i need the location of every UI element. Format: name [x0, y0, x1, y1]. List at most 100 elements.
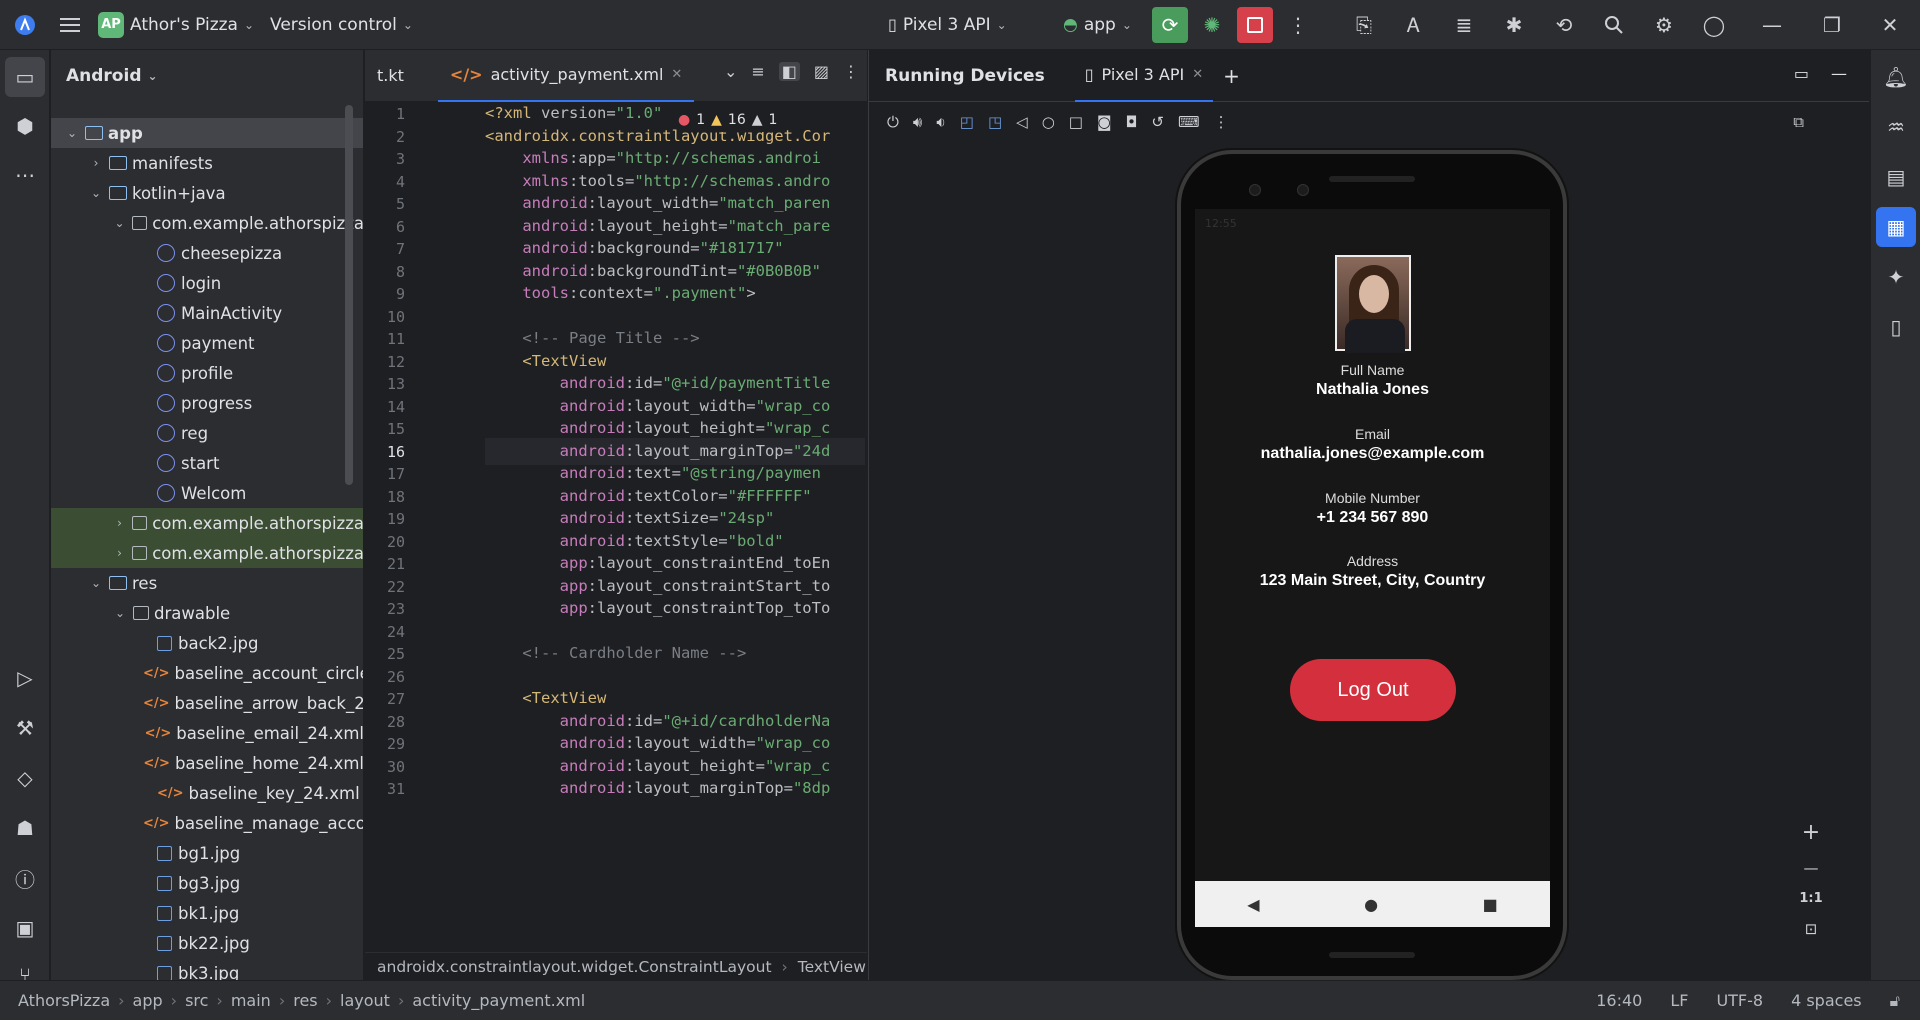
- tree-item[interactable]: bk22.jpg: [51, 928, 363, 958]
- stop-button[interactable]: [1237, 7, 1273, 43]
- chevron-down-icon[interactable]: ⌄: [113, 216, 126, 230]
- tree-item[interactable]: ⌄ app: [51, 118, 363, 148]
- tree-item[interactable]: back2.jpg: [51, 628, 363, 658]
- tab-pixel-3-api[interactable]: ▯ Pixel 3 API ✕: [1074, 50, 1214, 102]
- nav-back-icon[interactable]: ◀: [1247, 895, 1259, 914]
- split-view-icon[interactable]: ◧: [778, 62, 800, 81]
- chevron-down-icon[interactable]: ⌄: [724, 62, 737, 81]
- reset-icon[interactable]: ↺: [1151, 113, 1164, 131]
- chevron-right-icon[interactable]: ›: [113, 516, 126, 530]
- run-config-selector[interactable]: ◓ app ⌄: [1055, 0, 1140, 50]
- gemini-icon[interactable]: ✦: [1876, 257, 1916, 297]
- volume-up-icon[interactable]: 🔊︎: [913, 113, 922, 131]
- build-hammer-icon[interactable]: ⚒: [5, 708, 45, 748]
- tree-item[interactable]: progress: [51, 388, 363, 418]
- tree-item[interactable]: login: [51, 268, 363, 298]
- zoom-fit-icon[interactable]: ⊡: [1805, 920, 1818, 938]
- volume-down-icon[interactable]: 🔉︎: [936, 113, 945, 131]
- translate-icon[interactable]: Ꭺ: [1394, 5, 1434, 45]
- code-line[interactable]: tools:context=".payment">: [485, 280, 755, 307]
- close-window-icon[interactable]: ✕: [1870, 5, 1910, 45]
- device-file-explorer-icon[interactable]: ▤: [1876, 157, 1916, 197]
- tree-item[interactable]: </> baseline_manage_acco: [51, 808, 363, 838]
- path-item[interactable]: res: [293, 991, 317, 1010]
- caret-position[interactable]: 16:40: [1596, 991, 1642, 1011]
- tree-item[interactable]: bg3.jpg: [51, 868, 363, 898]
- resource-manager-icon[interactable]: ⬢: [5, 106, 45, 146]
- more-actions-icon[interactable]: ⋮: [1278, 5, 1318, 45]
- gems-icon[interactable]: ◇: [5, 758, 45, 798]
- breadcrumb-item[interactable]: androidx.constraintlayout.widget.Constra…: [377, 958, 772, 976]
- tree-item[interactable]: </> baseline_home_24.xml: [51, 748, 363, 778]
- settings-gear-icon[interactable]: ⚙: [1644, 5, 1684, 45]
- tree-item[interactable]: MainActivity: [51, 298, 363, 328]
- minimize-window-icon[interactable]: —: [1752, 5, 1792, 45]
- project-view-selector[interactable]: Android ⌄: [51, 50, 363, 102]
- tree-item[interactable]: reg: [51, 418, 363, 448]
- terminal-icon[interactable]: ▣: [5, 908, 45, 948]
- file-encoding[interactable]: UTF-8: [1716, 991, 1763, 1011]
- path-item[interactable]: activity_payment.xml: [412, 991, 585, 1010]
- overview-icon[interactable]: □: [1069, 113, 1083, 131]
- sync-gradle-icon[interactable]: ≣: [1444, 5, 1484, 45]
- tree-item[interactable]: </> baseline_email_24.xml: [51, 718, 363, 748]
- more-tools-icon[interactable]: ⋯: [5, 155, 45, 195]
- code-view-icon[interactable]: ≡: [751, 62, 764, 81]
- project-selector[interactable]: AP Athor's Pizza ⌄: [90, 0, 262, 50]
- more-icon[interactable]: ⋮: [843, 62, 859, 81]
- path-item[interactable]: app: [133, 991, 163, 1010]
- tab-previous-file[interactable]: t.kt: [365, 50, 416, 102]
- code-line[interactable]: app:layout_constraintTop_toTo: [485, 595, 831, 622]
- tree-item[interactable]: ⌄ drawable: [51, 598, 363, 628]
- zoom-actual-size[interactable]: 1:1: [1799, 891, 1822, 906]
- lock-icon[interactable]: 🔓︎: [1890, 991, 1900, 1011]
- screen-record-icon[interactable]: ◘: [1126, 113, 1138, 131]
- tree-item[interactable]: › manifests: [51, 148, 363, 178]
- account-icon[interactable]: ◯: [1694, 5, 1734, 45]
- bug-report-icon[interactable]: ✱: [1494, 5, 1534, 45]
- zoom-out-icon[interactable]: —: [1804, 859, 1819, 877]
- tree-item[interactable]: › com.example.athorspizza: [51, 538, 363, 568]
- logout-button[interactable]: Log Out: [1290, 659, 1456, 721]
- nav-recents-icon[interactable]: ■: [1483, 895, 1498, 914]
- breadcrumb-item[interactable]: TextView: [798, 958, 866, 976]
- device-manager-icon[interactable]: ▯: [1876, 307, 1916, 347]
- indent-settings[interactable]: 4 spaces: [1791, 991, 1862, 1011]
- rotate-left-icon[interactable]: ◰: [960, 113, 974, 131]
- inspection-widget[interactable]: ● 1 ▲ 16 ▲ 1: [678, 108, 778, 132]
- tree-item[interactable]: bk3.jpg: [51, 958, 363, 980]
- notifications-icon[interactable]: 🔔︎: [1876, 57, 1916, 97]
- profiler-icon[interactable]: ⟲: [1544, 5, 1584, 45]
- tree-item[interactable]: </> baseline_arrow_back_2: [51, 688, 363, 718]
- running-devices-icon[interactable]: ▦: [1876, 207, 1916, 247]
- add-device-icon[interactable]: +: [1223, 64, 1240, 88]
- chevron-right-icon[interactable]: ›: [89, 156, 103, 170]
- path-item[interactable]: layout: [340, 991, 390, 1010]
- device-selector[interactable]: ▯ Pixel 3 API ⌄: [880, 0, 1015, 50]
- chevron-down-icon[interactable]: ⌄: [89, 186, 103, 200]
- minimize-panel-icon[interactable]: —: [1831, 64, 1847, 83]
- close-tab-icon[interactable]: ✕: [1192, 67, 1203, 82]
- vcs-selector[interactable]: Version control ⌄: [262, 0, 421, 50]
- tree-item[interactable]: bg1.jpg: [51, 838, 363, 868]
- device-mirror-icon[interactable]: ⧉: [1793, 113, 1804, 131]
- tree-item[interactable]: profile: [51, 358, 363, 388]
- gradle-icon[interactable]: ♒︎: [1876, 107, 1916, 147]
- project-folder-icon[interactable]: ▭: [5, 57, 45, 97]
- tree-item[interactable]: › com.example.athorspizza: [51, 508, 363, 538]
- main-menu-icon[interactable]: [50, 5, 90, 45]
- more-icon[interactable]: ⋮: [1214, 113, 1229, 131]
- tree-item[interactable]: start: [51, 448, 363, 478]
- home-icon[interactable]: ○: [1042, 113, 1055, 131]
- design-view-icon[interactable]: ▨: [814, 62, 829, 81]
- back-icon[interactable]: ◁: [1016, 113, 1028, 131]
- chevron-right-icon[interactable]: ›: [113, 546, 126, 560]
- apply-changes-button[interactable]: ⟳: [1152, 7, 1188, 43]
- tree-item[interactable]: payment: [51, 328, 363, 358]
- restore-window-icon[interactable]: ❐: [1812, 5, 1852, 45]
- search-icon[interactable]: [1594, 5, 1634, 45]
- rotate-right-icon[interactable]: ◳: [988, 113, 1002, 131]
- power-icon[interactable]: ⏻: [887, 113, 899, 131]
- logcat-icon[interactable]: ☗: [5, 808, 45, 848]
- tree-item[interactable]: ⌄ kotlin+java: [51, 178, 363, 208]
